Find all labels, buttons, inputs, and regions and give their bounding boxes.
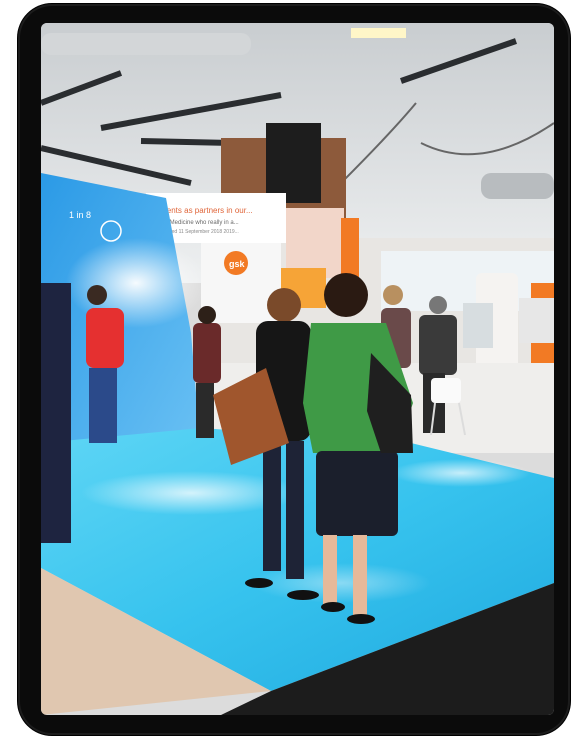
page: Patients as partners in our... Pulse Med… [0,0,574,739]
orange-panel [341,218,359,278]
speaker-stack [266,123,321,203]
floor-cloud-2 [391,459,531,487]
poster-face [286,208,344,278]
photo-screen: Patients as partners in our... Pulse Med… [41,23,554,715]
air-duct [41,33,251,55]
ceiling-light [351,28,406,38]
gsk-logo-text: gsk [229,259,246,269]
left-wall-stat: 1 in 8 [69,210,91,220]
kiosk-1-screen [463,303,493,348]
exhibition-photo: Patients as partners in our... Pulse Med… [41,23,554,715]
air-duct-right [481,173,554,199]
kiosk-2-screen [519,298,554,343]
